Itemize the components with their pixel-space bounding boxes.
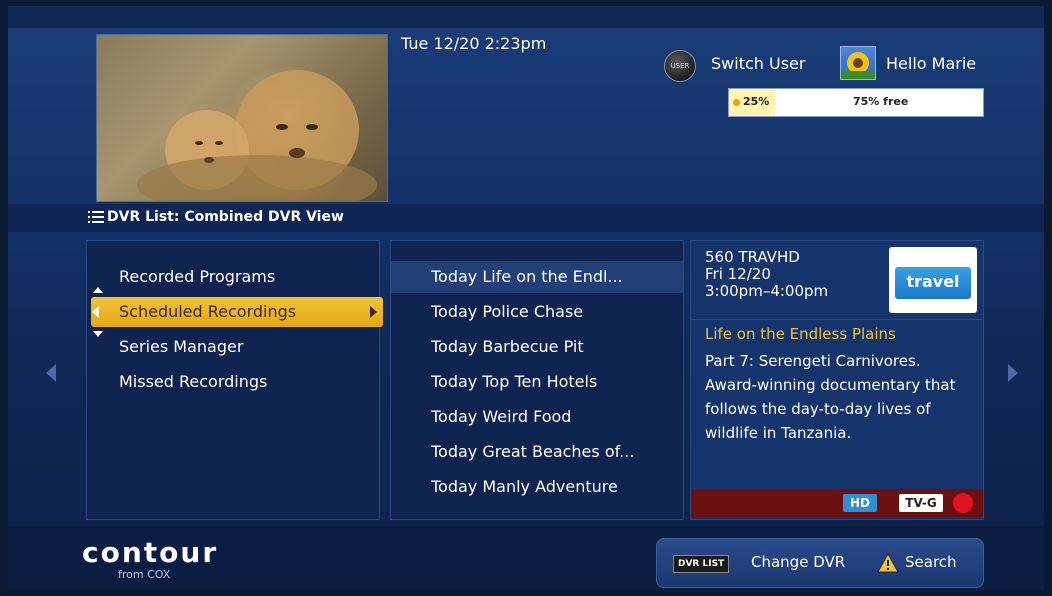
recording-title: Today Top Ten Hotels bbox=[431, 372, 598, 391]
action-bar: DVR LIST Change DVR Search bbox=[656, 538, 984, 588]
channel-info: 560 TRAVHD Fri 12/20 3:00pm–4:00pm bbox=[705, 249, 828, 300]
program-badges: HD TV-G bbox=[691, 489, 983, 517]
recording-title: Today Life on the Endl... bbox=[431, 267, 623, 286]
recording-title: Today Manly Adventure bbox=[431, 477, 618, 496]
search-button[interactable]: Search bbox=[905, 553, 957, 571]
recording-row[interactable]: Today Barbecue Pit bbox=[391, 331, 683, 363]
program-title: Life on the Endless Plains bbox=[705, 325, 896, 343]
top-band bbox=[8, 6, 1044, 28]
list-icon bbox=[88, 210, 104, 224]
video-preview[interactable] bbox=[96, 34, 388, 202]
contour-logo-sub: from COX bbox=[118, 568, 171, 581]
user-greeting: Hello Marie bbox=[886, 54, 977, 73]
tv-guide-screen: Tue 12/20 2:23pm USER Switch User Hello … bbox=[8, 6, 1044, 590]
storage-bar: 25% 75% free bbox=[728, 88, 984, 117]
scroll-up-icon[interactable] bbox=[93, 287, 103, 293]
network-logo-text: travel bbox=[895, 267, 971, 299]
menu-item-series-manager[interactable]: Series Manager bbox=[119, 337, 243, 356]
air-date: Fri 12/20 bbox=[705, 265, 771, 283]
storage-dot-icon bbox=[733, 99, 740, 106]
switch-user-button[interactable]: Switch User bbox=[711, 54, 805, 73]
storage-free-label: 75% free bbox=[853, 95, 909, 108]
dvr-list-key[interactable]: DVR LIST bbox=[673, 555, 730, 573]
record-indicator-icon bbox=[953, 493, 973, 513]
hd-badge: HD bbox=[843, 494, 877, 512]
rating-badge: TV-G bbox=[899, 494, 943, 512]
user-icon[interactable]: USER bbox=[664, 50, 696, 82]
dvr-list-bar: DVR List: Combined DVR View bbox=[8, 204, 1044, 232]
recording-row[interactable]: Today Great Beaches of... bbox=[391, 436, 683, 468]
menu-item-scheduled-recordings[interactable]: Scheduled Recordings bbox=[91, 297, 383, 327]
selected-left-arrow-icon bbox=[92, 306, 99, 318]
current-datetime: Tue 12/20 2:23pm bbox=[401, 34, 547, 53]
dvr-menu-panel: Recorded Programs Scheduled Recordings S… bbox=[86, 240, 383, 520]
recording-row[interactable]: Today Life on the Endl... bbox=[391, 261, 683, 293]
recording-title: Today Weird Food bbox=[431, 407, 572, 426]
recording-row[interactable]: Today Manly Adventure bbox=[391, 471, 683, 503]
warning-triangle-icon bbox=[877, 553, 899, 573]
program-description: Part 7: Serengeti Carnivores. Award-winn… bbox=[705, 352, 956, 442]
storage-used-label: 25% bbox=[743, 95, 770, 108]
recording-row[interactable]: Today Top Ten Hotels bbox=[391, 366, 683, 398]
program-detail-panel: 560 TRAVHD Fri 12/20 3:00pm–4:00pm trave… bbox=[690, 240, 984, 520]
dvr-list-title: DVR List: Combined DVR View bbox=[107, 209, 344, 225]
sunflower-avatar-icon bbox=[841, 52, 875, 79]
channel-number: 560 TRAVHD bbox=[705, 248, 800, 266]
recordings-list-panel: Today Life on the Endl... Today Police C… bbox=[390, 240, 684, 520]
selected-right-arrow-icon bbox=[370, 306, 377, 318]
page-right-arrow-icon[interactable] bbox=[1008, 364, 1018, 382]
recording-row[interactable]: Today Weird Food bbox=[391, 401, 683, 433]
avatar bbox=[840, 46, 876, 80]
lion-preview-image bbox=[137, 70, 377, 201]
page-left-arrow-icon[interactable] bbox=[46, 364, 56, 382]
menu-item-label: Scheduled Recordings bbox=[119, 302, 297, 321]
air-time: 3:00pm–4:00pm bbox=[705, 282, 829, 300]
recording-title: Today Police Chase bbox=[431, 302, 584, 321]
divider bbox=[691, 319, 983, 320]
bottom-bar: contour from COX DVR LIST Change DVR Sea… bbox=[8, 526, 1044, 590]
scroll-down-icon[interactable] bbox=[93, 331, 103, 337]
recording-row[interactable]: Today Police Chase bbox=[391, 296, 683, 328]
change-dvr-button[interactable]: Change DVR bbox=[751, 553, 845, 571]
recording-title: Today Great Beaches of... bbox=[431, 442, 635, 461]
menu-item-recorded-programs[interactable]: Recorded Programs bbox=[119, 267, 275, 286]
contour-logo: contour bbox=[82, 536, 219, 569]
menu-item-missed-recordings[interactable]: Missed Recordings bbox=[119, 372, 267, 391]
network-logo: travel bbox=[889, 247, 977, 313]
recording-title: Today Barbecue Pit bbox=[431, 337, 584, 356]
